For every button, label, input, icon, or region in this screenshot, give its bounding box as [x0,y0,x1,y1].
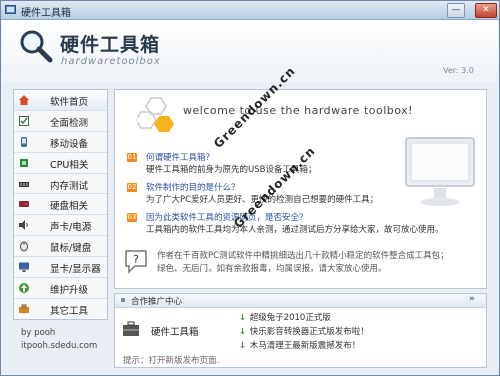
sidebar-item-label: 移动设备 [50,138,89,150]
svg-text:?: ? [133,253,139,266]
sidebar-item-maintenance[interactable]: 维护升级 [14,278,107,299]
app-title: 硬件工具箱 [60,34,161,56]
sidebar-item-label: 其它工具 [50,305,89,317]
promo-hint: 提示：打开新版发布页面. [123,356,220,366]
checklist-icon [19,115,29,126]
cpu-icon [20,158,28,167]
qa-question: 何谓硬件工具箱？ [146,153,215,163]
qa-number-badge: 01 [127,153,137,162]
download-arrow-icon: ↓ [239,327,247,337]
sidebar-item-label: 声卡/电源 [50,222,92,234]
author-site-link[interactable]: itpooh.sdedu.com [21,340,97,353]
promo-header: 合作推广中心 » [115,294,486,308]
sidebar-item-full-check[interactable]: 全面检测 [14,111,107,132]
sidebar-item-display[interactable]: 显卡/显示器 [14,257,107,279]
promo-link[interactable]: ↓ 快乐影音转换器正式版发布啦！ [239,325,369,337]
sidebar-item-other-tools[interactable]: 其它工具 [14,299,107,319]
author-note-line: 作者在千百款PC测试软件中精挑细选出几十款精小稳定的软件整合成工具包； [157,251,449,261]
app-subtitle: hardwaretoolbox [61,56,161,67]
sidebar-item-label: 显卡/显示器 [50,264,101,276]
sidebar-item-label: 内存测试 [50,180,89,192]
mouse-icon [20,241,28,252]
bullet-icon [121,298,125,302]
author-name: by pooh [21,328,56,338]
minimize-button[interactable]: — [447,3,465,18]
main-content: welcome to use the hardware toolbox! 01 … [114,89,487,368]
sidebar-item-cpu[interactable]: CPU相关 [14,153,107,174]
promo-link[interactable]: ↓ 木马清理王最新版震撼发布！ [239,339,360,351]
promo-link-label: 超级兔子2010正式版 [249,313,331,323]
sidebar-item-mobile-device[interactable]: 移动设备 [14,132,107,153]
qa-question: 软件制作的目的是什么？ [146,183,240,193]
welcome-heading: welcome to use the hardware toolbox! [183,104,414,117]
sidebar-nav: 软件首页 全面检测 移动设备 CPU相关 内存测试 硬盘相关 声卡/电源 鼠标/… [13,89,108,320]
promo-product-title[interactable]: 硬件工具箱 [151,324,199,338]
more-arrows-icon[interactable]: » [469,294,475,304]
author-note-line: 绿色、无后门，如有余款报毒，均属误报，请大家放心使用。 [157,264,387,274]
window-title: 硬件工具箱 [21,8,71,19]
close-button[interactable]: ✕ [475,3,497,18]
qa-number-badge: 02 [127,183,137,192]
harddisk-icon [19,201,29,208]
sidebar-item-memory[interactable]: 内存测试 [14,174,107,195]
title-bar[interactable]: 硬件工具箱 — ✕ [1,1,499,20]
app-icon [5,5,16,14]
sidebar-item-mouse-keyboard[interactable]: 鼠标/键盘 [14,236,107,258]
download-arrow-icon: ↓ [239,341,247,351]
qa-question: 因为此类软件工具的资源网页，是否安全？ [146,213,308,223]
author-note: 作者在千百款PC测试软件中精挑细选出几十款精小稳定的软件整合成工具包； 绿色、无… [157,250,449,276]
sidebar-item-label: 鼠标/键盘 [50,243,92,255]
sidebar-item-label: CPU相关 [50,159,89,171]
monitor-icon [19,262,29,273]
author-credit: by pooh itpooh.sdedu.com [21,327,97,353]
welcome-panel: welcome to use the hardware toolbox! 01 … [114,89,487,289]
promo-link[interactable]: ↓ 超级兔子2010正式版 [239,311,331,323]
app-header: 硬件工具箱 hardwaretoolbox Ver: 3.0 [2,20,498,82]
upgrade-icon [19,283,29,294]
hexagon-logo-icon [137,97,174,132]
toolbox-icon [123,321,139,336]
home-icon [19,95,29,105]
version-label: Ver: 3.0 [443,66,474,75]
qa-answer: 工具箱内的软件工具均为本人亲测，通过测试后方分享给大家，故可放心使用。 [146,225,444,235]
promo-header-label: 合作推广中心 [131,297,183,307]
usb-device-icon [21,136,27,147]
sidebar-item-sound-power[interactable]: 声卡/电源 [14,215,107,237]
speaker-icon [19,220,28,231]
sidebar: 软件首页 全面检测 移动设备 CPU相关 内存测试 硬盘相关 声卡/电源 鼠标/… [13,89,108,369]
memory-icon [19,181,29,187]
magnifier-logo-icon [20,30,53,63]
promo-link-label: 木马清理王最新版震撼发布！ [249,341,361,351]
info-bubble-icon: ? [125,250,147,274]
sidebar-item-label: 全面检测 [50,117,89,129]
promo-link-label: 快乐影音转换器正式版发布啦！ [249,327,369,337]
qa-number-badge: 03 [127,213,137,222]
sidebar-item-label: 软件首页 [50,97,89,108]
promo-center-panel: 合作推广中心 » 硬件工具箱 ↓ 超级兔子2010正式版 ↓ 快乐影音转换器正式… [114,293,487,368]
sidebar-item-label: 维护升级 [50,285,89,297]
sidebar-item-harddisk[interactable]: 硬盘相关 [14,194,107,216]
sidebar-item-label: 硬盘相关 [50,201,89,213]
sidebar-item-home[interactable]: 软件首页 [14,90,107,111]
monitor-illustration-icon [405,137,475,206]
app-window: 硬件工具箱 — ✕ 硬件工具箱 hardwaretoolbox Ver: 3.0… [0,0,500,376]
download-arrow-icon: ↓ [239,313,247,323]
tools-icon [19,304,29,313]
